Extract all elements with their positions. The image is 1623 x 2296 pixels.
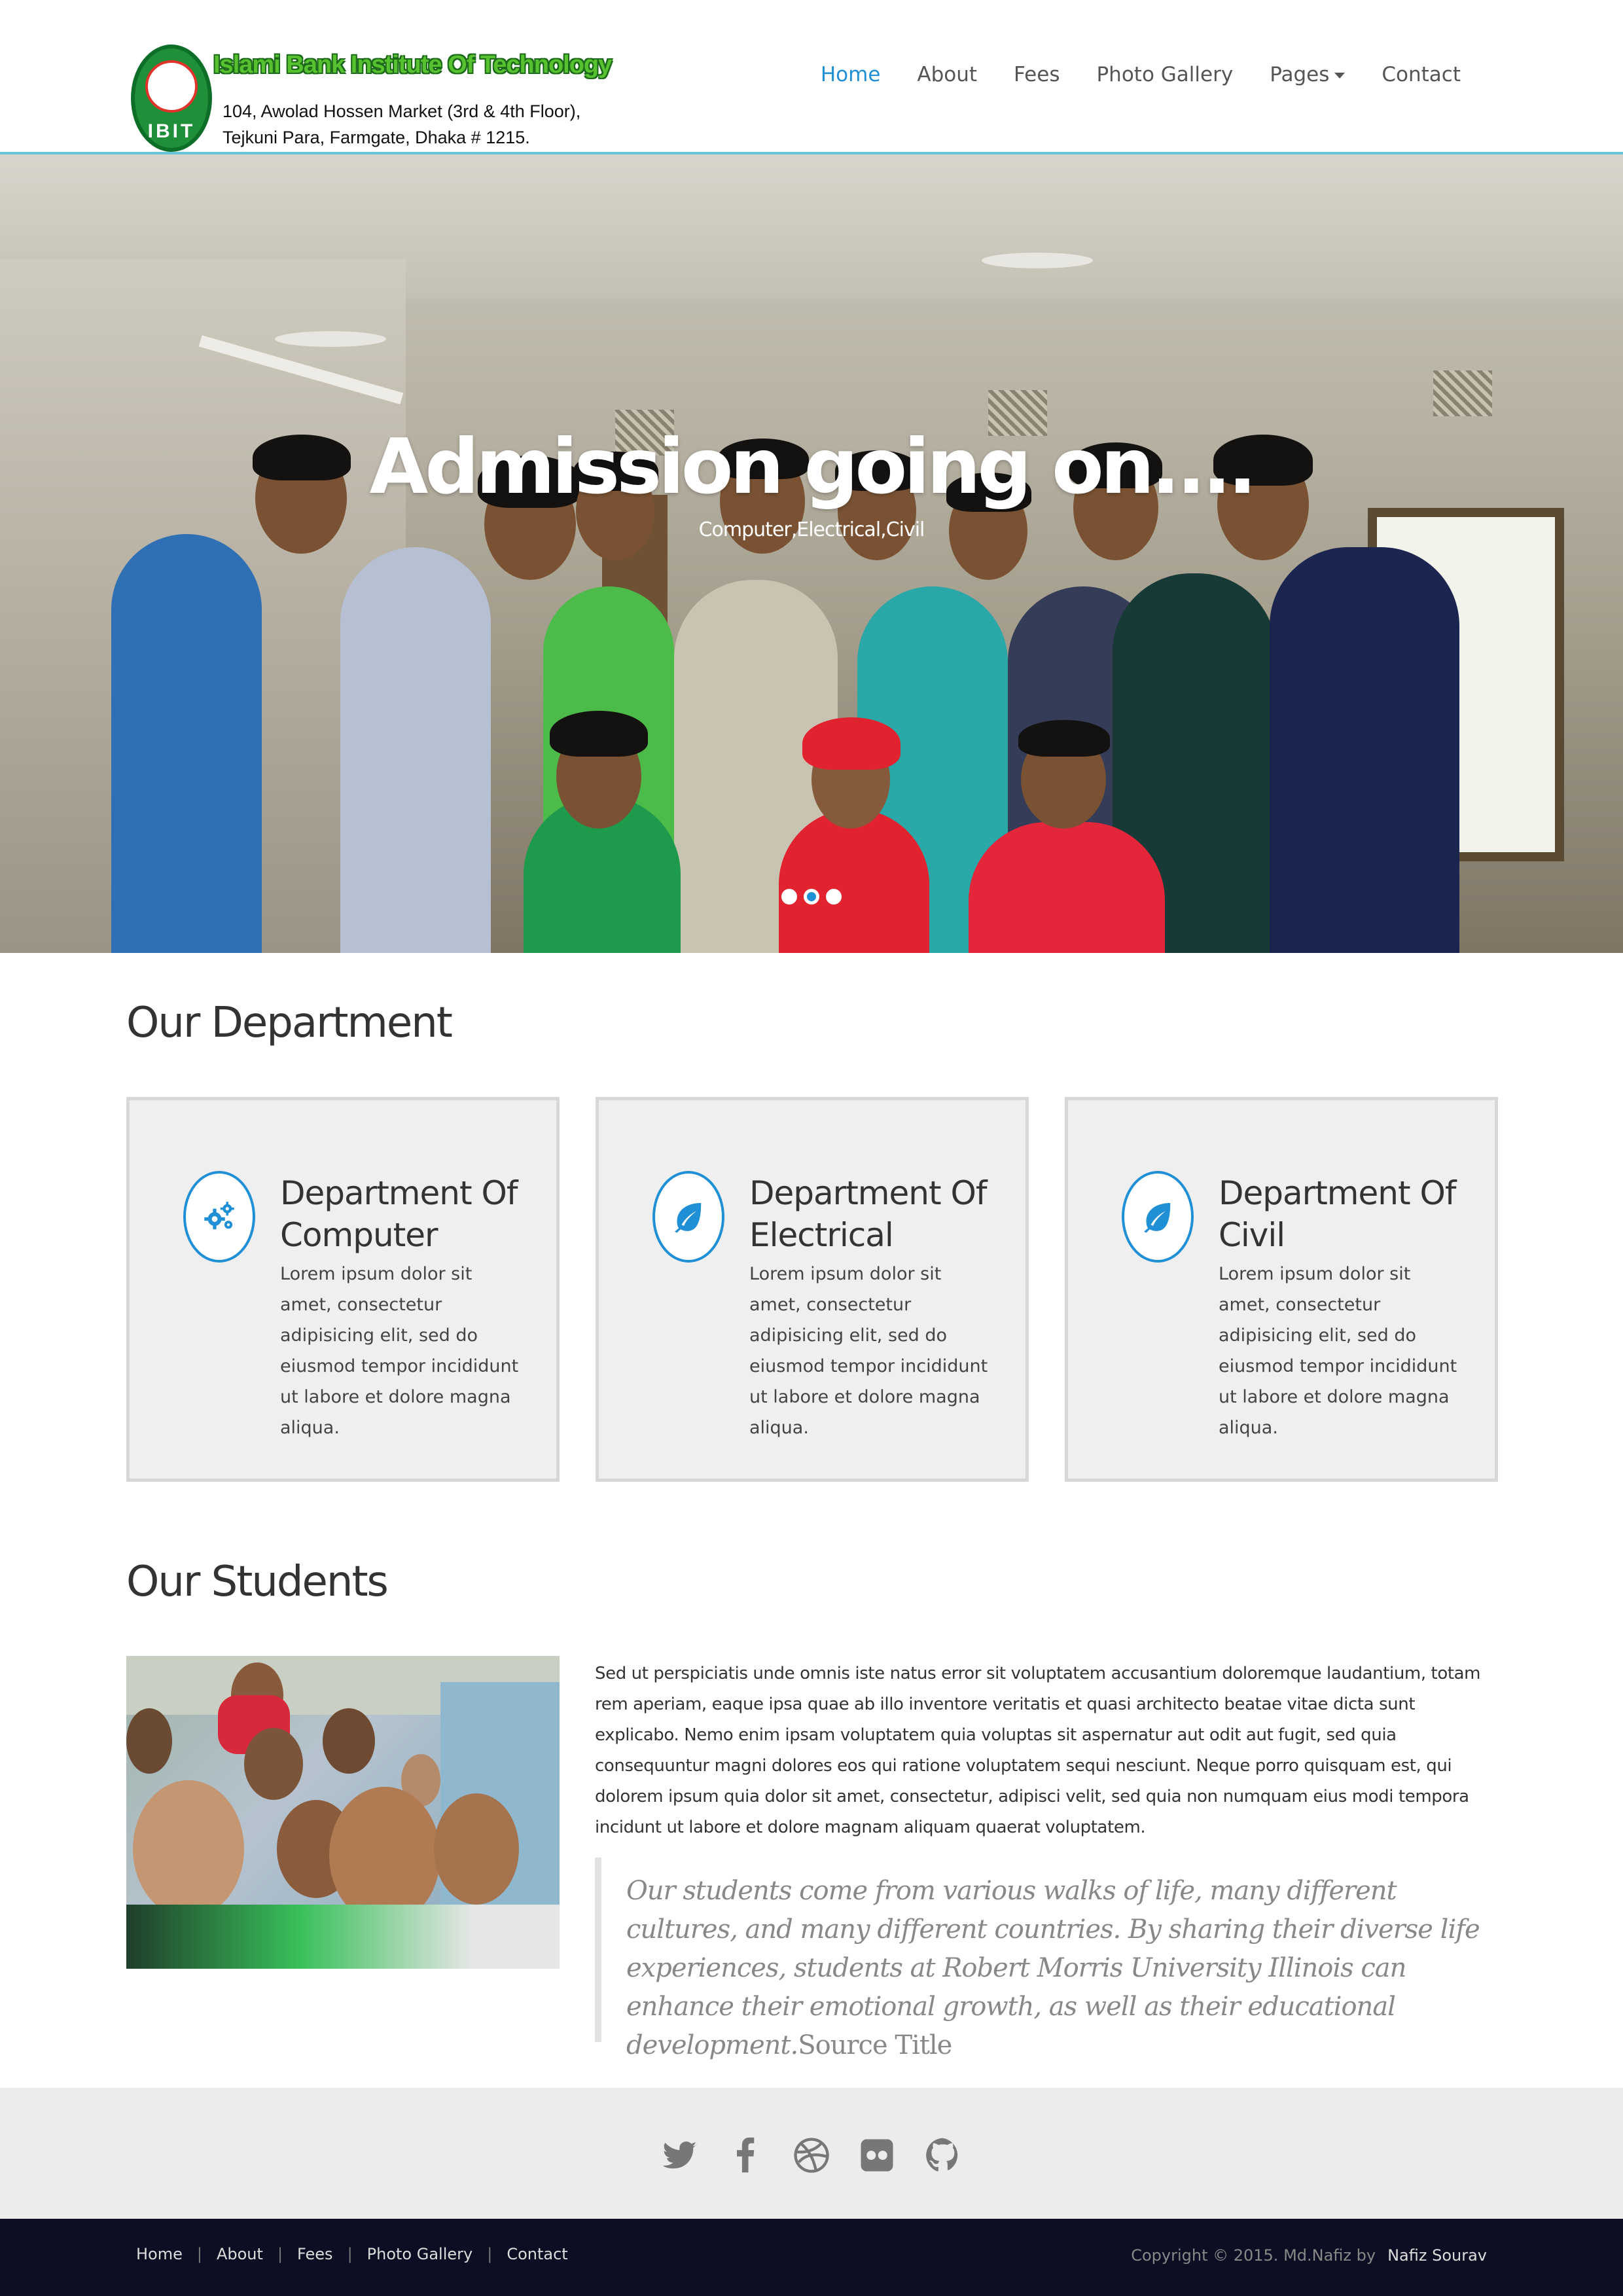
department-card-civil: Department Of Civil Lorem ipsum dolor sit… — [1065, 1097, 1498, 1482]
nav-fees[interactable]: Fees — [1014, 63, 1060, 86]
site-footer: Home | About | Fees | Photo Gallery | Co… — [0, 2219, 1623, 2296]
nav-photo-gallery[interactable]: Photo Gallery — [1096, 63, 1233, 86]
logo-title: Islami Bank Institute Of Technology — [213, 51, 612, 79]
nav-pages-label: Pages — [1270, 63, 1330, 86]
facebook-icon[interactable] — [726, 2132, 766, 2178]
github-icon[interactable] — [923, 2132, 962, 2178]
students-quote: Our students come from various walks of … — [595, 1857, 1485, 2060]
footer-link-fees[interactable]: Fees — [297, 2245, 333, 2263]
students-heading: Our Students — [126, 1558, 389, 1606]
flickr-icon[interactable] — [857, 2132, 897, 2178]
footer-separator: | — [347, 2245, 353, 2263]
nav-home[interactable]: Home — [821, 63, 881, 86]
site-logo[interactable]: IBIT Islami Bank Institute Of Technology… — [131, 41, 612, 155]
seal-text: IBIT — [147, 120, 196, 142]
author-link[interactable]: Nafiz Sourav — [1387, 2246, 1487, 2265]
address-line-1: 104, Awolad Hossen Market (3rd & 4th Flo… — [223, 101, 581, 121]
nav-contact[interactable]: Contact — [1382, 63, 1461, 86]
leaf-icon — [1122, 1171, 1194, 1263]
footer-link-contact[interactable]: Contact — [507, 2245, 567, 2263]
gears-icon — [183, 1171, 255, 1263]
students-photo — [126, 1656, 560, 1969]
department-card-computer: Department Of Computer Lorem ipsum dolor … — [126, 1097, 560, 1482]
department-card-electrical: Department Of Electrical Lorem ipsum dolo… — [596, 1097, 1029, 1482]
hero-title: Admission going on.... — [369, 423, 1257, 511]
hero-carousel[interactable]: Admission going on.... Computer,Electric… — [0, 154, 1623, 953]
footer-separator: | — [277, 2245, 283, 2263]
department-description: Lorem ipsum dolor sit amet, consectetur … — [749, 1264, 988, 1438]
institute-seal-icon: IBIT — [131, 45, 212, 152]
carousel-dot-2[interactable] — [804, 889, 819, 905]
department-description: Lorem ipsum dolor sit amet, consectetur … — [1219, 1264, 1457, 1438]
copyright-text: Copyright © 2015. Md.Nafiz by — [1131, 2246, 1376, 2265]
quote-text: Our students come from various walks of … — [626, 1876, 1480, 2060]
twitter-icon[interactable] — [661, 2132, 700, 2178]
department-title: Department Of Computer — [280, 1174, 518, 1254]
leaf-icon — [652, 1171, 724, 1263]
nav-pages-dropdown[interactable]: Pages — [1270, 63, 1346, 86]
students-paragraph: Sed ut perspiciatis unde omnis iste natu… — [595, 1664, 1481, 1837]
footer-link-home[interactable]: Home — [136, 2245, 183, 2263]
main-nav: Home About Fees Photo Gallery Pages Cont… — [821, 63, 1461, 86]
footer-link-about[interactable]: About — [217, 2245, 263, 2263]
footer-links: Home | About | Fees | Photo Gallery | Co… — [136, 2245, 568, 2263]
copyright: Copyright © 2015. Md.Nafiz by Nafiz Soura… — [1131, 2246, 1487, 2265]
caret-down-icon — [1334, 73, 1346, 79]
carousel-indicators — [0, 889, 1623, 905]
logo-address: 104, Awolad Hossen Market (3rd & 4th Flo… — [223, 98, 580, 151]
footer-link-photo-gallery[interactable]: Photo Gallery — [367, 2245, 473, 2263]
quote-source: Source Title — [798, 2030, 952, 2060]
department-title: Department Of Electrical — [749, 1174, 987, 1254]
nav-about[interactable]: About — [917, 63, 977, 86]
department-description: Lorem ipsum dolor sit amet, consectetur … — [280, 1264, 519, 1438]
address-line-2: Tejkuni Para, Farmgate, Dhaka # 1215. — [223, 128, 530, 147]
dribbble-icon[interactable] — [792, 2132, 831, 2178]
department-title: Department Of Civil — [1219, 1174, 1456, 1254]
footer-separator: | — [487, 2245, 493, 2263]
carousel-dot-3[interactable] — [826, 889, 842, 905]
departments-heading: Our Department — [126, 999, 453, 1047]
carousel-dot-1[interactable] — [781, 889, 797, 905]
social-links — [0, 2088, 1623, 2219]
hero-subtitle: Computer,Electrical,Civil — [698, 518, 925, 541]
site-header: IBIT Islami Bank Institute Of Technology… — [0, 0, 1623, 154]
footer-separator: | — [196, 2245, 202, 2263]
